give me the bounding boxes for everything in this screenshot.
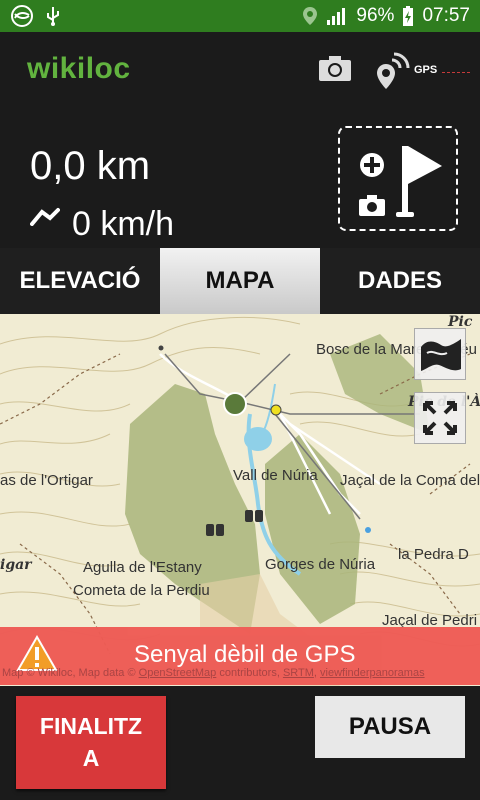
map-label-cometa: Cometa de la Perdiu	[73, 582, 210, 599]
tab-bar: ELEVACIÓ MAPA DADES	[0, 248, 480, 314]
add-waypoint-icon	[340, 128, 458, 235]
add-waypoint-button[interactable]	[338, 126, 458, 231]
map-attribution: Map © Wikiloc, Map data © OpenStreetMap …	[2, 667, 425, 679]
finish-button[interactable]: FINALITZ A	[16, 696, 166, 789]
location-icon	[302, 6, 318, 26]
osm-link[interactable]: OpenStreetMap	[139, 667, 217, 679]
speed-icon	[30, 206, 60, 231]
tab-map[interactable]: MAPA	[160, 248, 320, 314]
signal-icon	[326, 6, 348, 26]
expand-icon	[415, 401, 465, 447]
layers-icon	[415, 339, 465, 383]
tab-elevation[interactable]: ELEVACIÓ	[0, 248, 160, 314]
usb-icon	[44, 5, 62, 27]
track-stats: 0,0 km 0 km/h	[0, 108, 480, 248]
attribution-text: Map © Wikiloc, Map data ©	[2, 667, 139, 679]
location-broadcast-icon[interactable]	[376, 50, 412, 95]
app-logo: wikiloc	[27, 52, 131, 85]
camera-icon[interactable]	[318, 54, 352, 87]
map-label-pedra: la Pedra D	[398, 546, 469, 563]
gps-warning-message: Senyal dèbil de GPS	[134, 641, 356, 668]
distance-value: 0,0 km	[30, 144, 151, 188]
app-header: wikiloc GPS	[0, 32, 480, 108]
gps-signal-line	[442, 72, 470, 73]
map-label-gorges: Gorges de Núria	[265, 556, 376, 573]
battery-charging-icon	[402, 5, 414, 27]
battery-text: 96%	[356, 5, 395, 26]
tab-data[interactable]: DADES	[320, 248, 480, 314]
speed-value: 0 km/h	[72, 205, 175, 243]
finish-label-line1: FINALITZ	[39, 713, 143, 739]
sync-icon	[10, 5, 34, 27]
fullscreen-button[interactable]	[414, 392, 466, 444]
clock: 07:57	[422, 5, 470, 26]
gps-indicator: GPS	[414, 60, 470, 84]
finish-label-line2: A	[82, 745, 100, 771]
map-label-agulla: Agulla de l'Estany	[83, 559, 202, 576]
map-label-vall: Vall de Núria	[233, 467, 318, 484]
status-bar: 96% 07:57	[0, 0, 480, 32]
attribution-text-mid: contributors,	[216, 667, 283, 679]
bottom-bar: FINALITZ A PAUSA	[0, 686, 480, 800]
map-label-igar: igar	[0, 557, 32, 573]
srtm-link[interactable]: SRTM	[283, 667, 314, 679]
map-layers-button[interactable]	[414, 328, 466, 380]
pause-button[interactable]: PAUSA	[315, 696, 465, 758]
map-label-ortigar: as de l'Ortigar	[0, 472, 93, 489]
viewfinder-link[interactable]: viewfinderpanoramas	[320, 667, 425, 679]
map-label-jacal-coma: Jaçal de la Coma del C	[340, 472, 480, 489]
gps-label: GPS	[414, 64, 438, 76]
